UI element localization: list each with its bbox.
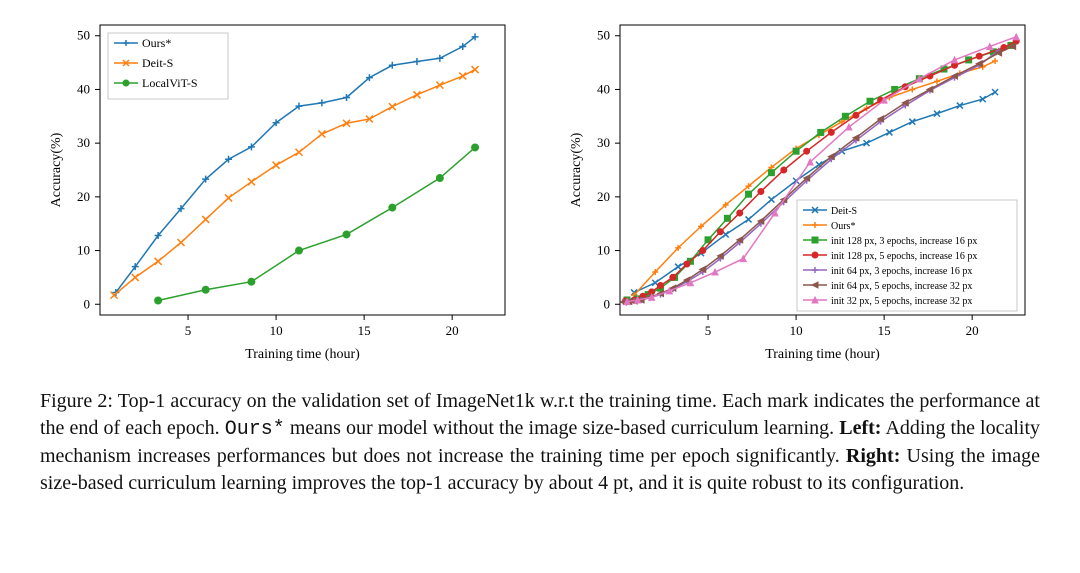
svg-text:50: 50 [597, 28, 610, 43]
svg-text:LocalViT-S: LocalViT-S [142, 76, 198, 90]
svg-text:40: 40 [597, 81, 610, 96]
svg-text:Ours*: Ours* [142, 36, 171, 50]
svg-text:10: 10 [790, 323, 803, 338]
svg-text:5: 5 [185, 323, 192, 338]
svg-text:Ours*: Ours* [831, 221, 855, 232]
svg-text:Deit-S: Deit-S [831, 206, 857, 217]
svg-text:20: 20 [966, 323, 979, 338]
caption-right-label: Right: [846, 445, 900, 467]
svg-text:Deit-S: Deit-S [142, 56, 173, 70]
svg-text:30: 30 [77, 135, 90, 150]
svg-text:10: 10 [270, 323, 283, 338]
svg-text:Accuracy(%): Accuracy(%) [49, 132, 64, 207]
left-chart-svg: 5 10 15 20 0 10 20 30 40 50 Training time (hour) Ac… [40, 10, 520, 370]
svg-text:init 128 px, 3 epochs, increas: init 128 px, 3 epochs, increase 16 px [831, 236, 977, 247]
svg-text:init 64 px, 3 epochs, increase: init 64 px, 3 epochs, increase 16 px [831, 266, 972, 277]
right-chart: 5 10 15 20 0 10 20 30 40 50 Training time (hour) Ac… [560, 10, 1040, 370]
right-chart-svg: 5 10 15 20 0 10 20 30 40 50 Training time (hour) Ac… [560, 10, 1040, 370]
caption-after-ours: means our model without the image size-b… [285, 417, 840, 439]
svg-text:10: 10 [77, 243, 90, 258]
svg-text:init 32 px, 5 epochs, increase: init 32 px, 5 epochs, increase 32 px [831, 296, 972, 307]
caption-ours-label: Ours* [225, 418, 285, 441]
svg-text:30: 30 [597, 135, 610, 150]
svg-text:Training time (hour): Training time (hour) [245, 347, 360, 362]
svg-text:init 64 px, 5 epochs, increase: init 64 px, 5 epochs, increase 32 px [831, 281, 972, 292]
svg-text:Training time (hour): Training time (hour) [765, 347, 880, 362]
svg-text:50: 50 [77, 28, 90, 43]
svg-text:40: 40 [77, 81, 90, 96]
svg-text:5: 5 [705, 323, 712, 338]
svg-text:0: 0 [84, 296, 91, 311]
svg-text:15: 15 [878, 323, 891, 338]
left-chart: 5 10 15 20 0 10 20 30 40 50 Training time (hour) Ac… [40, 10, 520, 370]
svg-text:10: 10 [597, 243, 610, 258]
figure-container: { "caption": { "prefix": "Figure 2: Top-… [0, 0, 1080, 573]
svg-text:Accuracy(%): Accuracy(%) [569, 132, 584, 207]
figure-caption: Figure 2: Top-1 accuracy on the validati… [40, 388, 1040, 497]
caption-left-label: Left: [839, 417, 881, 439]
svg-text:20: 20 [77, 189, 90, 204]
svg-text:20: 20 [446, 323, 459, 338]
svg-text:0: 0 [604, 296, 611, 311]
svg-text:15: 15 [358, 323, 371, 338]
svg-text:init 128 px, 5 epochs, increas: init 128 px, 5 epochs, increase 16 px [831, 251, 977, 262]
svg-text:20: 20 [597, 189, 610, 204]
charts-row: 510152001020304050Training time (hour)Ac… [40, 10, 1040, 370]
